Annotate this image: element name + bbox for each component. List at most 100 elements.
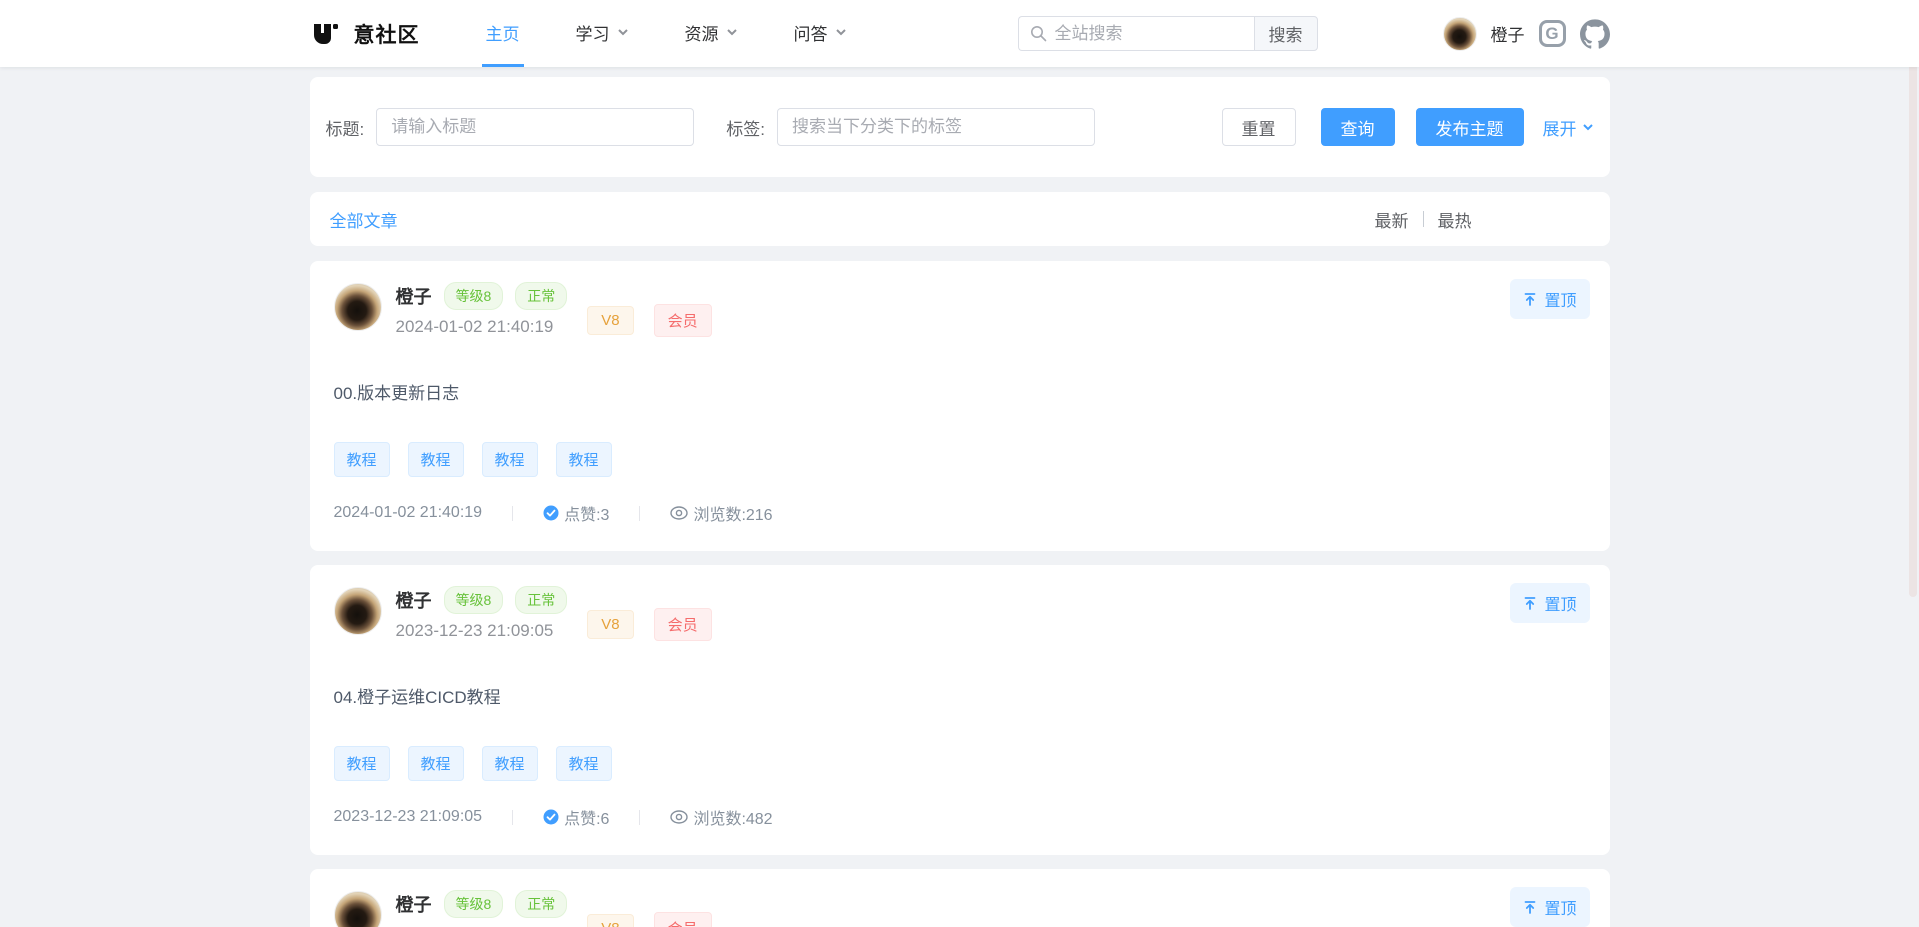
footer-divider: [639, 506, 640, 521]
chevron-down-icon: [726, 26, 738, 38]
search-button[interactable]: 搜索: [1254, 16, 1318, 51]
query-button[interactable]: 查询: [1321, 108, 1395, 146]
level-badge: 等级8: [444, 586, 504, 614]
pin-button[interactable]: 置顶: [1510, 583, 1589, 623]
main-nav: 主页 学习 资源 问答: [482, 0, 899, 67]
chevron-down-icon: [617, 26, 629, 38]
status-badge: 正常: [515, 890, 567, 918]
post-tag[interactable]: 教程: [408, 746, 464, 781]
pin-top-icon: [1523, 900, 1537, 914]
post-head: 橙子 等级8 正常 2023-12-16 15:22:38 V8 会员: [334, 891, 1590, 927]
level-badge: 等级8: [444, 890, 504, 918]
github-icon[interactable]: [1580, 19, 1610, 49]
pin-label: 置顶: [1544, 895, 1576, 919]
pin-label: 置顶: [1544, 591, 1576, 615]
footer-date: 2023-12-23 21:09:05: [334, 808, 483, 826]
nav-item-label: 主页: [486, 20, 520, 45]
nav-item-qa[interactable]: 问答: [790, 0, 851, 67]
view-eye-icon: [670, 810, 688, 824]
pin-button[interactable]: 置顶: [1510, 279, 1589, 319]
post-tag[interactable]: 教程: [556, 746, 612, 781]
pin-top-icon: [1523, 292, 1537, 306]
post-tag[interactable]: 教程: [334, 746, 390, 781]
chevron-down-icon: [1582, 121, 1594, 133]
nav-item-learn[interactable]: 学习: [572, 0, 633, 67]
vip-badge: V8: [587, 610, 633, 639]
user-avatar[interactable]: [1443, 17, 1477, 51]
logo-icon: [310, 18, 342, 50]
post-datetime: 2024-01-02 21:40:19: [396, 317, 568, 337]
sort-divider: [1423, 211, 1424, 227]
title-input[interactable]: [376, 108, 694, 146]
pin-button[interactable]: 置顶: [1510, 887, 1589, 927]
gitee-icon[interactable]: G: [1539, 20, 1566, 47]
nav-item-label: 学习: [576, 20, 610, 45]
post-card: 置顶 橙子 等级8 正常 2023-12-23 21:09:05 V8 会员 0: [310, 565, 1610, 855]
reset-button[interactable]: 重置: [1222, 108, 1296, 146]
tag-label: 标签:: [726, 115, 765, 140]
brand-title: 意社区: [354, 19, 420, 49]
expand-link[interactable]: 展开: [1543, 115, 1594, 140]
user-cluster: 橙子 G: [1443, 17, 1610, 51]
post-footer: 2024-01-02 21:40:19 点赞:3 浏览数:216: [334, 501, 1590, 525]
nav-item-label: 问答: [794, 20, 828, 45]
like-check-icon: [543, 809, 559, 825]
author-avatar[interactable]: [334, 587, 382, 635]
sort-hottest[interactable]: 最热: [1438, 207, 1472, 232]
nav-item-resources[interactable]: 资源: [681, 0, 742, 67]
expand-label: 展开: [1543, 115, 1577, 140]
footer-divider: [512, 810, 513, 825]
post-tags: 教程 教程 教程 教程: [334, 442, 1590, 477]
post-title[interactable]: 00.版本更新日志: [334, 379, 1590, 404]
author-name[interactable]: 橙子: [396, 587, 432, 613]
post-footer: 2023-12-23 21:09:05 点赞:6 浏览数:482: [334, 805, 1590, 829]
nav-item-home[interactable]: 主页: [482, 0, 524, 67]
like-check-icon: [543, 505, 559, 521]
all-articles-link[interactable]: 全部文章: [330, 207, 398, 232]
chevron-down-icon: [835, 26, 847, 38]
vip-badge: V8: [587, 914, 633, 927]
user-name[interactable]: 橙子: [1491, 21, 1525, 46]
author-avatar[interactable]: [334, 891, 382, 927]
vip-badge: V8: [587, 306, 633, 335]
search-input[interactable]: [1018, 16, 1254, 51]
site-search: 搜索: [1018, 16, 1318, 51]
post-tag[interactable]: 教程: [482, 442, 538, 477]
post-datetime: 2023-12-23 21:09:05: [396, 621, 568, 641]
footer-date: 2024-01-02 21:40:19: [334, 504, 483, 522]
post-title[interactable]: 04.橙子运维CICD教程: [334, 683, 1590, 708]
sort-group: 最新 最热: [1375, 207, 1472, 232]
view-eye-icon: [670, 506, 688, 520]
member-badge: 会员: [654, 912, 712, 927]
sort-newest[interactable]: 最新: [1375, 207, 1409, 232]
author-name[interactable]: 橙子: [396, 891, 432, 917]
member-badge: 会员: [654, 304, 712, 337]
view-count: 浏览数:216: [693, 501, 772, 525]
search-icon: [1030, 25, 1047, 42]
status-badge: 正常: [515, 282, 567, 310]
post-card: 置顶 橙子 等级8 正常 2023-12-16 15:22:38 V8 会员: [310, 869, 1610, 927]
brand[interactable]: 意社区: [310, 18, 420, 50]
scrollbar[interactable]: [1909, 62, 1917, 597]
author-name[interactable]: 橙子: [396, 283, 432, 309]
post-tag[interactable]: 教程: [556, 442, 612, 477]
post-tag[interactable]: 教程: [482, 746, 538, 781]
publish-topic-button[interactable]: 发布主题: [1416, 108, 1524, 146]
status-badge: 正常: [515, 586, 567, 614]
member-badge: 会员: [654, 608, 712, 641]
post-card: 置顶 橙子 等级8 正常 2024-01-02 21:40:19 V8 会员 0: [310, 261, 1610, 551]
view-count: 浏览数:482: [693, 805, 772, 829]
post-tag[interactable]: 教程: [408, 442, 464, 477]
tag-input[interactable]: [777, 108, 1095, 146]
author-avatar[interactable]: [334, 283, 382, 331]
footer-divider: [639, 810, 640, 825]
post-tag[interactable]: 教程: [334, 442, 390, 477]
title-label: 标题:: [326, 115, 365, 140]
post-head: 橙子 等级8 正常 2024-01-02 21:40:19 V8 会员: [334, 283, 1590, 337]
level-badge: 等级8: [444, 282, 504, 310]
like-count: 点赞:3: [564, 501, 609, 525]
footer-divider: [512, 506, 513, 521]
list-header: 全部文章 最新 最热: [310, 192, 1610, 246]
pin-top-icon: [1523, 596, 1537, 610]
nav-item-label: 资源: [685, 20, 719, 45]
